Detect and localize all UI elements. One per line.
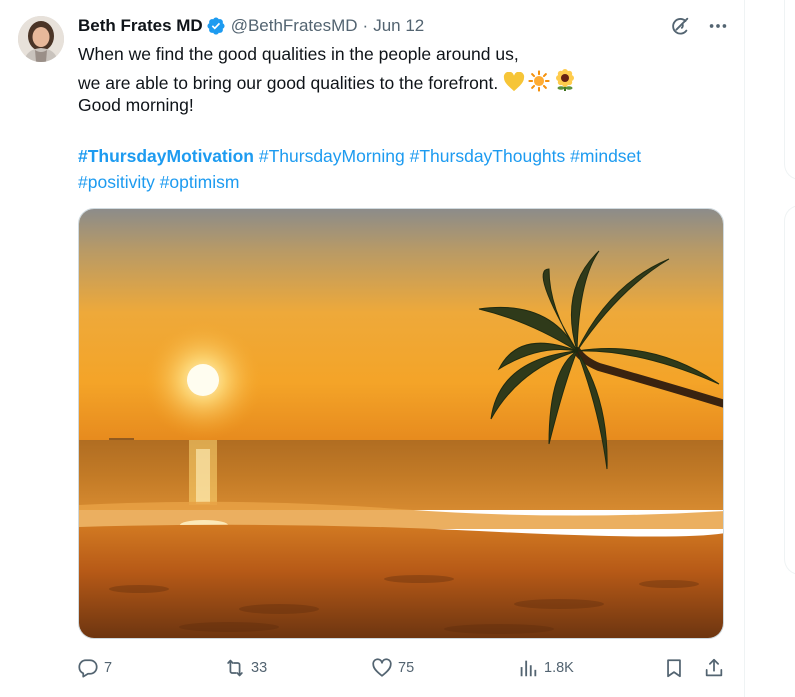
views-button[interactable]: 1.8K <box>516 655 574 681</box>
beach-sunset-palm-image <box>79 209 723 638</box>
reply-count: 7 <box>104 660 113 676</box>
more-options-icon[interactable] <box>706 14 730 38</box>
hashtags-line-2[interactable]: #positivity #optimism <box>78 170 728 196</box>
sidebar-card-top <box>784 0 795 180</box>
tweet-card[interactable]: Beth Frates MD @BethFratesMD · Jun 12 Wh… <box>0 0 745 697</box>
tweet-header: Beth Frates MD @BethFratesMD · Jun 12 <box>78 14 424 38</box>
hashtags-line-1: #ThursdayMotivation #ThursdayMorning #Th… <box>78 144 728 170</box>
tweet-media-image[interactable] <box>78 208 724 639</box>
yellow-heart-icon <box>503 71 525 100</box>
tweet-text-line-1: When we find the good qualities in the p… <box>78 44 519 64</box>
reply-button[interactable]: 7 <box>76 655 112 681</box>
author-handle[interactable]: @BethFratesMD <box>231 16 358 36</box>
retweet-count: 33 <box>251 660 268 676</box>
views-count: 1.8K <box>544 660 574 676</box>
header-separator: · <box>362 16 369 35</box>
author-name[interactable]: Beth Frates MD <box>78 16 203 36</box>
tweet-date[interactable]: Jun 12 <box>373 16 424 36</box>
share-icon <box>702 656 726 680</box>
sunflower-icon <box>553 68 577 100</box>
bookmark-button[interactable] <box>662 655 686 681</box>
tweet-text: When we find the good qualities in the p… <box>78 42 728 195</box>
hashtag-thursday-motivation[interactable]: #ThursdayMotivation <box>78 146 254 166</box>
views-chart-icon <box>516 656 540 680</box>
tweet-top-actions <box>668 14 730 38</box>
retweet-button[interactable]: 33 <box>223 655 267 681</box>
retweet-icon <box>223 656 247 680</box>
like-count: 75 <box>398 660 415 676</box>
bookmark-icon <box>662 656 686 680</box>
sidebar-card-bottom <box>784 205 795 575</box>
heart-icon <box>370 656 394 680</box>
share-button[interactable] <box>702 655 726 681</box>
hashtags-line-1-rest[interactable]: #ThursdayMorning #ThursdayThoughts #mind… <box>254 146 641 166</box>
tweet-text-line-2: we are able to bring our good qualities … <box>78 68 728 94</box>
sun-icon <box>527 69 551 100</box>
author-avatar[interactable] <box>18 16 64 62</box>
tweet-actions-bar: 7 33 75 1.8K <box>76 655 726 681</box>
tweet-text-line-3: Good morning! <box>78 95 194 115</box>
verified-badge-icon[interactable] <box>206 16 226 36</box>
reply-icon <box>76 656 100 680</box>
grok-icon[interactable] <box>668 14 692 38</box>
like-button[interactable]: 75 <box>370 655 414 681</box>
tweet-text-line-2-text: we are able to bring our good qualities … <box>78 72 499 93</box>
